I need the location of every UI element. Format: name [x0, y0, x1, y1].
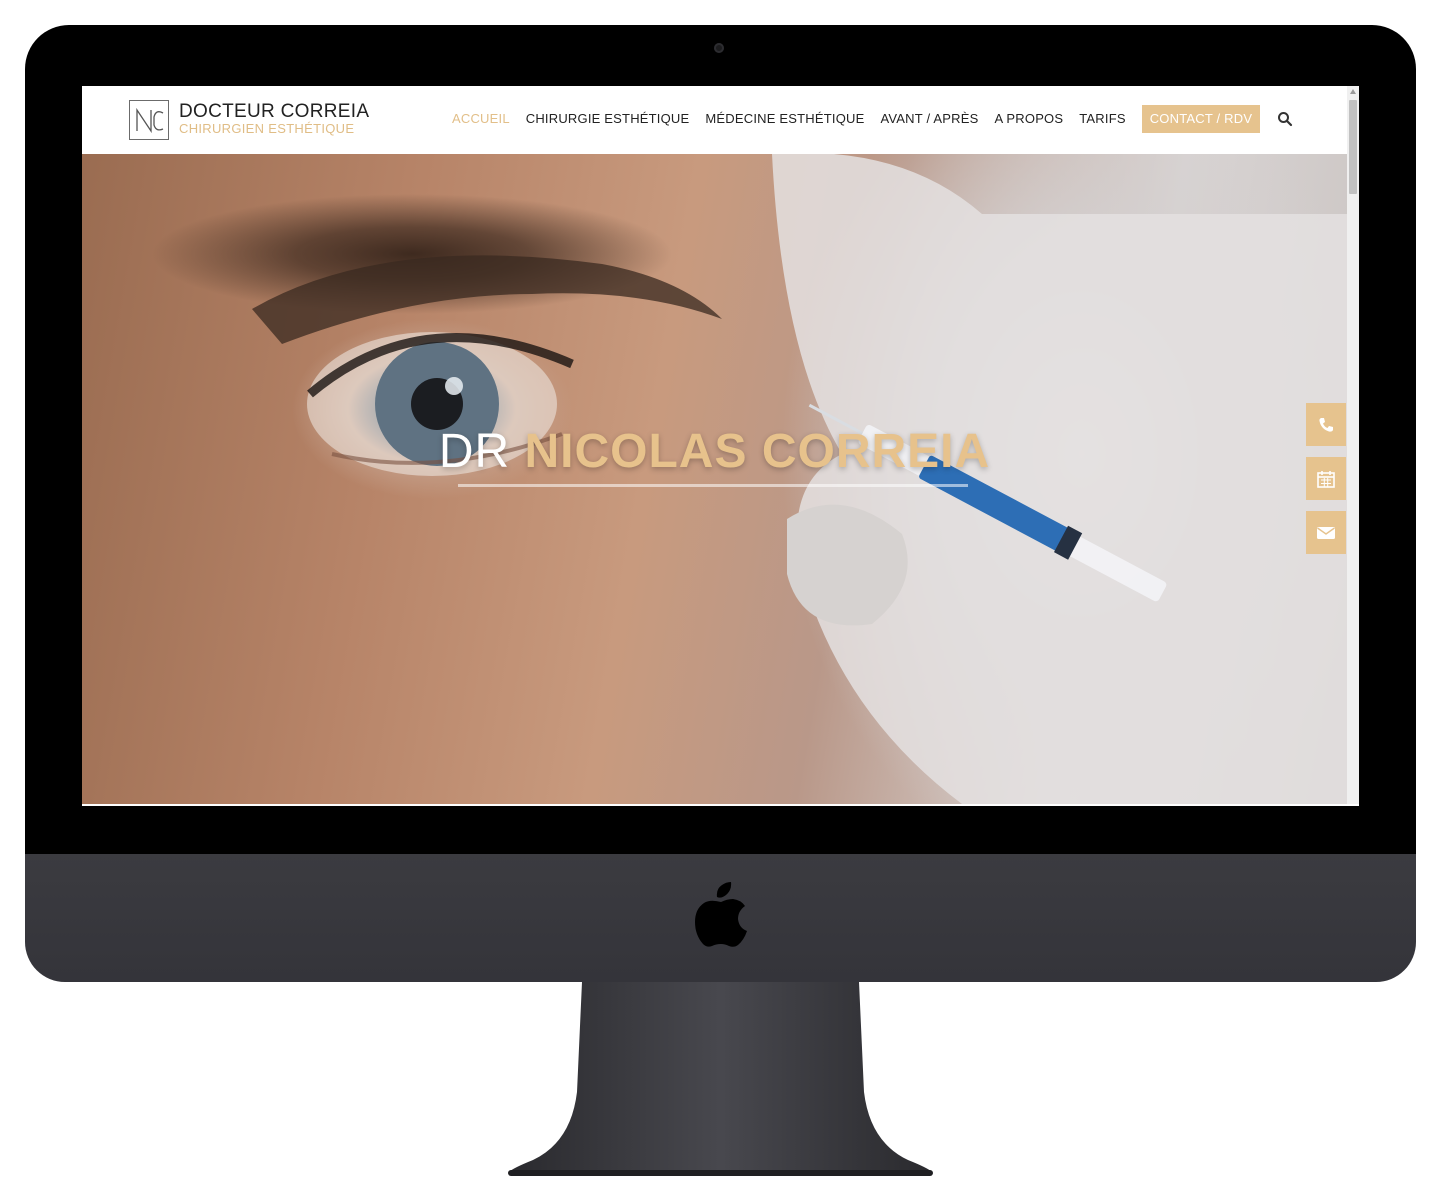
monitor-stand — [508, 982, 933, 1176]
main-menu: ACCUEIL CHIRURGIE ESTHÉTIQUE MÉDECINE ES… — [444, 105, 1293, 133]
logo-title[interactable]: DOCTEUR CORREIA — [179, 101, 369, 123]
camera-dot — [714, 43, 724, 53]
apple-logo-icon — [695, 882, 747, 947]
side-call-button[interactable] — [1306, 403, 1346, 446]
contact-rdv-button[interactable]: CONTACT / RDV — [1141, 105, 1261, 133]
nav-item-a-propos[interactable]: A PROPOS — [986, 105, 1071, 133]
site-header: DOCTEUR CORREIA CHIRURGIEN ESTHÉTIQUE AC… — [82, 86, 1347, 154]
nav-item-avant-apres[interactable]: AVANT / APRÈS — [872, 105, 986, 133]
side-email-button[interactable] — [1306, 511, 1346, 554]
hero-title: DR NICOLAS CORREIA — [82, 424, 1347, 479]
page-scrollbar[interactable] — [1347, 86, 1359, 804]
scrollbar-thumb[interactable] — [1349, 100, 1357, 194]
hero-image — [252, 154, 1347, 804]
phone-icon — [1319, 417, 1333, 432]
screen-bottom-edge — [82, 804, 1347, 806]
search-icon[interactable] — [1277, 111, 1293, 127]
logo-mark[interactable] — [129, 100, 169, 140]
hero-banner: DR NICOLAS CORREIA — [82, 154, 1347, 804]
side-appointment-button[interactable] — [1306, 457, 1346, 500]
envelope-icon — [1317, 526, 1335, 539]
nav-item-chirurgie-esthetique[interactable]: CHIRURGIE ESTHÉTIQUE — [518, 105, 698, 133]
nav-item-accueil[interactable]: ACCUEIL — [444, 105, 518, 133]
hero-title-name: NICOLAS CORREIA — [524, 425, 991, 478]
logo-subtitle: CHIRURGIEN ESTHÉTIQUE — [179, 121, 355, 136]
browser-viewport: DOCTEUR CORREIA CHIRURGIEN ESTHÉTIQUE AC… — [82, 86, 1359, 806]
calendar-icon — [1317, 470, 1335, 488]
scroll-up-icon[interactable] — [1350, 89, 1356, 94]
nav-item-tarifs[interactable]: TARIFS — [1071, 105, 1133, 133]
hero-divider — [458, 484, 968, 487]
nav-item-medecine-esthetique[interactable]: MÉDECINE ESTHÉTIQUE — [697, 105, 872, 133]
hero-title-prefix: DR — [438, 425, 511, 478]
